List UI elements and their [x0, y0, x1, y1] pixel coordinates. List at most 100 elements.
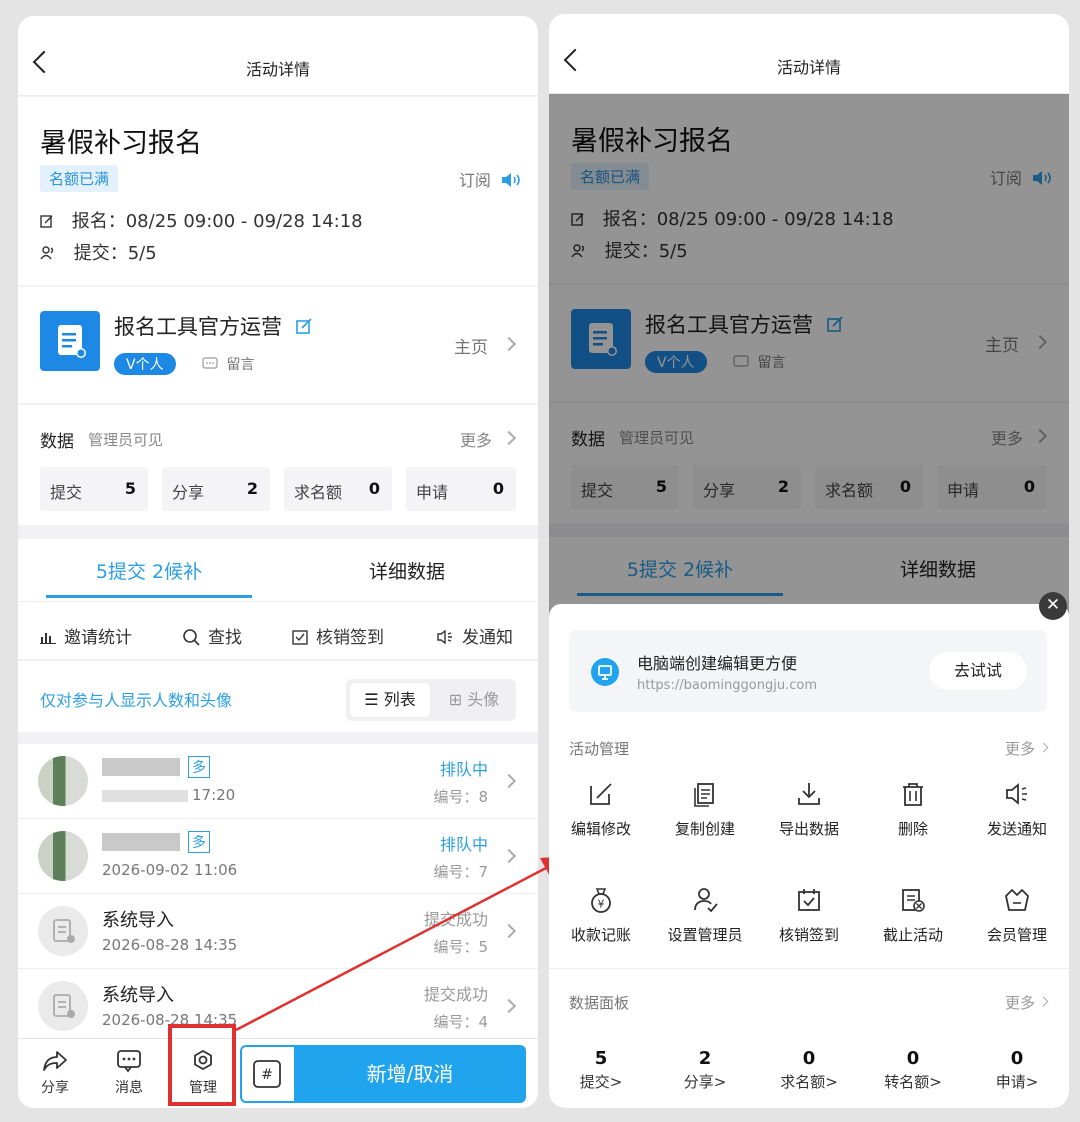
participant-name: 系统导入 [102, 910, 174, 931]
panel-transfer-slot[interactable]: 0 转名额> [861, 1048, 965, 1092]
tab-detail-data[interactable]: 详细数据 [304, 557, 510, 584]
page-title: 活动详情 [776, 58, 841, 77]
list-view-label: 列表 [383, 690, 416, 709]
manage-item-label: 复制创建 [674, 820, 735, 838]
multi-tag: 多 [188, 831, 210, 853]
stat-value: 2 [246, 479, 258, 498]
chevron-right-icon [501, 773, 517, 789]
manage-item-label: 编辑修改 [570, 820, 631, 838]
close-icon[interactable]: ✕ [1039, 592, 1067, 620]
monitor-icon [591, 658, 619, 686]
chevron-right-icon [501, 336, 517, 352]
messages-label: 消息 [115, 1080, 143, 1096]
imported-avatar [38, 981, 88, 1031]
tab-submissions[interactable]: 5提交 2候补 [46, 557, 252, 584]
view-toggle: ☰ 列表 ⊞ 头像 [346, 679, 516, 721]
manage-item-label: 设置管理员 [667, 926, 743, 944]
divider [18, 601, 538, 602]
manage-item-label: 会员管理 [986, 926, 1047, 944]
manage-checkin[interactable]: 核销签到 [757, 886, 861, 945]
manage-members[interactable]: 会员管理 [965, 886, 1069, 945]
manage-item-label: 核销签到 [778, 926, 839, 944]
add-cancel-button[interactable]: 新增/取消 [294, 1045, 526, 1103]
message-label: 留言 [226, 357, 255, 373]
panel-value: 5 [594, 1048, 608, 1069]
tool-checkin[interactable]: 核销签到 [292, 623, 384, 648]
manage-export[interactable]: 导出数据 [757, 780, 861, 839]
manage-item-label: 发送通知 [986, 820, 1047, 838]
panel-apply[interactable]: 0 申请> [965, 1048, 1069, 1092]
manage-delete[interactable]: 删除 [861, 780, 965, 839]
manage-item-label: 截止活动 [882, 926, 943, 944]
panel-label: 提交> [579, 1073, 623, 1091]
chevron-right-icon [1038, 742, 1049, 753]
stat-value: 5 [124, 479, 136, 498]
bottom-bar: 分享 消息 管理 # 新增/取消 [18, 1038, 538, 1108]
stat-request-slot[interactable]: 求名额 0 [284, 467, 392, 511]
panel-request-slot[interactable]: 0 求名额> [757, 1048, 861, 1092]
panel-value: 0 [802, 1048, 816, 1069]
manage-close-event[interactable]: 截止活动 [861, 886, 965, 945]
manage-more-link[interactable]: 更多 [1005, 738, 1035, 759]
tool-invite-stats[interactable]: 邀请统计 [40, 623, 132, 648]
stat-label: 申请 [416, 483, 449, 502]
chevron-right-icon [1038, 996, 1049, 1007]
stat-apply[interactable]: 申请 0 [406, 467, 516, 511]
panel-share[interactable]: 2 分享> [653, 1048, 757, 1092]
list-item[interactable]: 多 17:20 排队中 编号：8 [18, 744, 538, 819]
status-badge: 排队中 [439, 760, 488, 779]
speaker-icon [502, 173, 520, 187]
message-button[interactable]: 留言 [202, 354, 254, 374]
list-options: 仅对参与人显示人数和头像 ☰ 列表 ⊞ 头像 [18, 660, 538, 732]
panel-label: 申请> [995, 1073, 1039, 1091]
panel-section-title: 数据面板 [569, 994, 630, 1012]
homepage-link[interactable]: 主页 [454, 333, 488, 358]
manage-edit[interactable]: 编辑修改 [549, 780, 653, 839]
submit-label: 提交： [73, 243, 128, 264]
submit-count-row: 提交：5/5 [40, 239, 157, 265]
annotation-arrow [235, 856, 568, 1032]
event-card: 暑假补习报名 名额已满 订阅 报名：08/25 09:00 - 09/28 14… [18, 97, 538, 285]
svg-text:#: # [261, 1067, 273, 1083]
nav-header: 活动详情 [18, 16, 538, 96]
tool-notify[interactable]: 发通知 [436, 623, 513, 648]
stat-submit[interactable]: 提交 5 [40, 467, 148, 511]
stat-label: 分享 [172, 483, 205, 502]
subscribe-button[interactable]: 订阅 [459, 167, 522, 191]
panel-value: 0 [1010, 1048, 1024, 1069]
list-view-button[interactable]: ☰ 列表 [350, 683, 430, 717]
manage-admins[interactable]: 设置管理员 [653, 886, 757, 945]
participant-name: 系统导入 [102, 985, 174, 1006]
panel-more-link[interactable]: 更多 [1005, 992, 1035, 1013]
manage-item-label: 收款记账 [570, 926, 631, 944]
signup-period: 08/25 09:00 - 09/28 14:18 [125, 211, 363, 232]
search-icon [183, 629, 200, 646]
manage-item-label: 删除 [897, 820, 928, 838]
edit-icon[interactable] [295, 318, 313, 336]
messages-button[interactable]: 消息 [104, 1049, 154, 1097]
verified-badge: V个人 [114, 353, 176, 375]
visibility-note[interactable]: 仅对参与人显示人数和头像 [40, 687, 232, 711]
manage-sheet: ✕ 电脑端创建编辑更方便 https://baominggongju.com 去… [549, 592, 1069, 1108]
manage-copy[interactable]: 复制创建 [653, 780, 757, 839]
scan-code-button[interactable]: # [240, 1045, 294, 1103]
signup-period-row: 报名：08/25 09:00 - 09/28 14:18 [40, 207, 363, 233]
avatar-view-button[interactable]: ⊞ 头像 [436, 683, 512, 717]
organizer-card[interactable]: 报名工具官方运营 V个人 留言 主页 [18, 287, 538, 403]
manage-section-title: 活动管理 [569, 740, 630, 758]
manage-payment[interactable]: ¥ 收款记账 [549, 886, 653, 945]
data-more-link[interactable]: 更多 [460, 427, 492, 451]
tool-search[interactable]: 查找 [182, 623, 242, 648]
panel-submit[interactable]: 5 提交> [549, 1048, 653, 1092]
entry-number: 编号：8 [433, 788, 488, 806]
avatar-view-label: 头像 [467, 690, 500, 709]
divider [549, 968, 1069, 969]
try-button[interactable]: 去试试 [929, 652, 1027, 690]
share-button[interactable]: 分享 [30, 1049, 80, 1097]
event-title: 暑假补习报名 [40, 128, 202, 159]
tool-label: 查找 [208, 628, 242, 648]
submit-time: 2026-08-28 14:35 [102, 936, 238, 954]
stat-share[interactable]: 分享 2 [162, 467, 270, 511]
manage-notify[interactable]: 发送通知 [965, 780, 1069, 839]
submit-time: 2026-09-02 11:06 [102, 861, 238, 879]
